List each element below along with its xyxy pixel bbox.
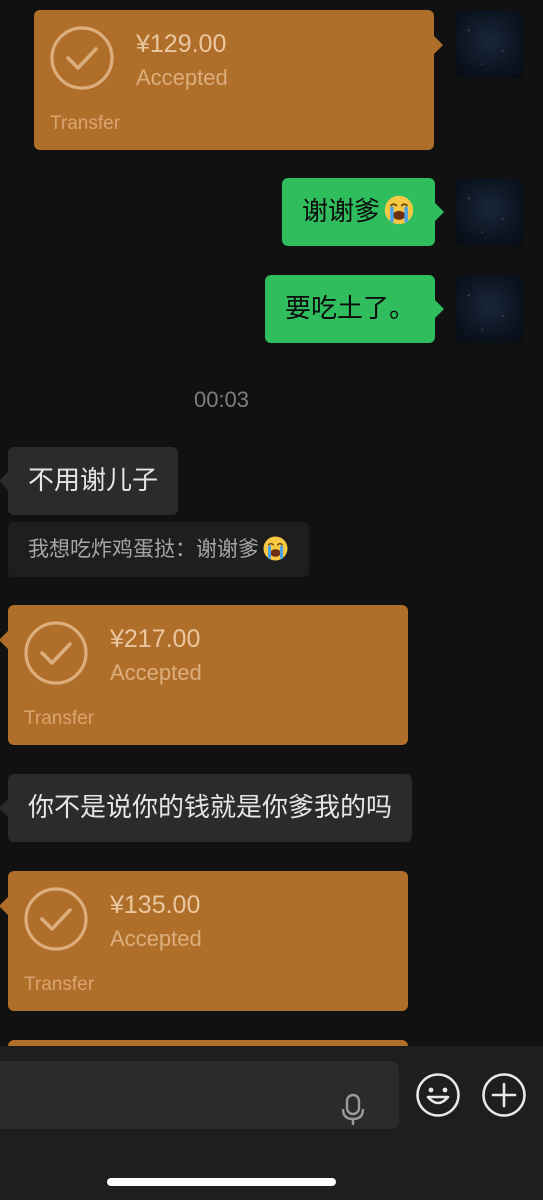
check-circle-icon	[24, 621, 88, 685]
message-text: 不用谢儿子	[28, 466, 159, 496]
my-avatar[interactable]	[455, 275, 523, 343]
transfer-card-received[interactable]: ¥217.00 Accepted Transfer	[0, 605, 408, 745]
transfer-label: Transfer	[24, 708, 95, 729]
transfer-amount: ¥217.00	[110, 625, 201, 653]
message-text: 你不是说你的钱就是你爹我的吗	[28, 793, 393, 823]
transfer-label: Transfer	[24, 974, 95, 995]
home-indicator[interactable]	[107, 1178, 336, 1186]
message-text: 谢谢爹	[301, 197, 380, 227]
transfer-amount: ¥135.00	[110, 891, 201, 919]
microphone-icon[interactable]	[339, 1093, 367, 1127]
quoted-message[interactable]: 我想吃炸鸡蛋挞：谢谢爹	[8, 522, 309, 577]
message-text: 要吃土了。	[284, 294, 415, 324]
plus-circle-icon[interactable]	[481, 1072, 527, 1118]
transfer-label: Transfer	[50, 113, 121, 134]
smiley-face-icon[interactable]	[415, 1072, 461, 1118]
loudly-crying-face-icon	[384, 195, 414, 224]
transfer-card-sent[interactable]: ¥129.00 Accepted Transfer	[34, 10, 443, 150]
sent-message-bubble[interactable]: 要吃土了。	[264, 275, 445, 343]
sent-message-bubble[interactable]: 谢谢爹	[281, 178, 445, 246]
transfer-status: Accepted	[110, 926, 202, 951]
message-input[interactable]	[0, 1061, 399, 1129]
transfer-status: Accepted	[110, 660, 202, 685]
received-message-bubble[interactable]: 不用谢儿子	[0, 447, 179, 515]
my-avatar[interactable]	[455, 178, 523, 246]
chat-input-bar	[0, 1046, 543, 1200]
transfer-card-received[interactable]: ¥135.00 Accepted Transfer	[0, 871, 408, 1011]
check-circle-icon	[50, 26, 114, 90]
quote-text: 我想吃炸鸡蛋挞：谢谢爹	[28, 537, 259, 561]
loudly-crying-face-icon	[263, 536, 288, 560]
received-message-bubble[interactable]: 你不是说你的钱就是你爹我的吗	[0, 774, 413, 842]
check-circle-icon	[24, 887, 88, 951]
message-timestamp: 00:03	[193, 387, 250, 412]
transfer-amount: ¥129.00	[136, 30, 227, 58]
my-avatar[interactable]	[455, 10, 523, 78]
transfer-status: Accepted	[136, 65, 228, 90]
